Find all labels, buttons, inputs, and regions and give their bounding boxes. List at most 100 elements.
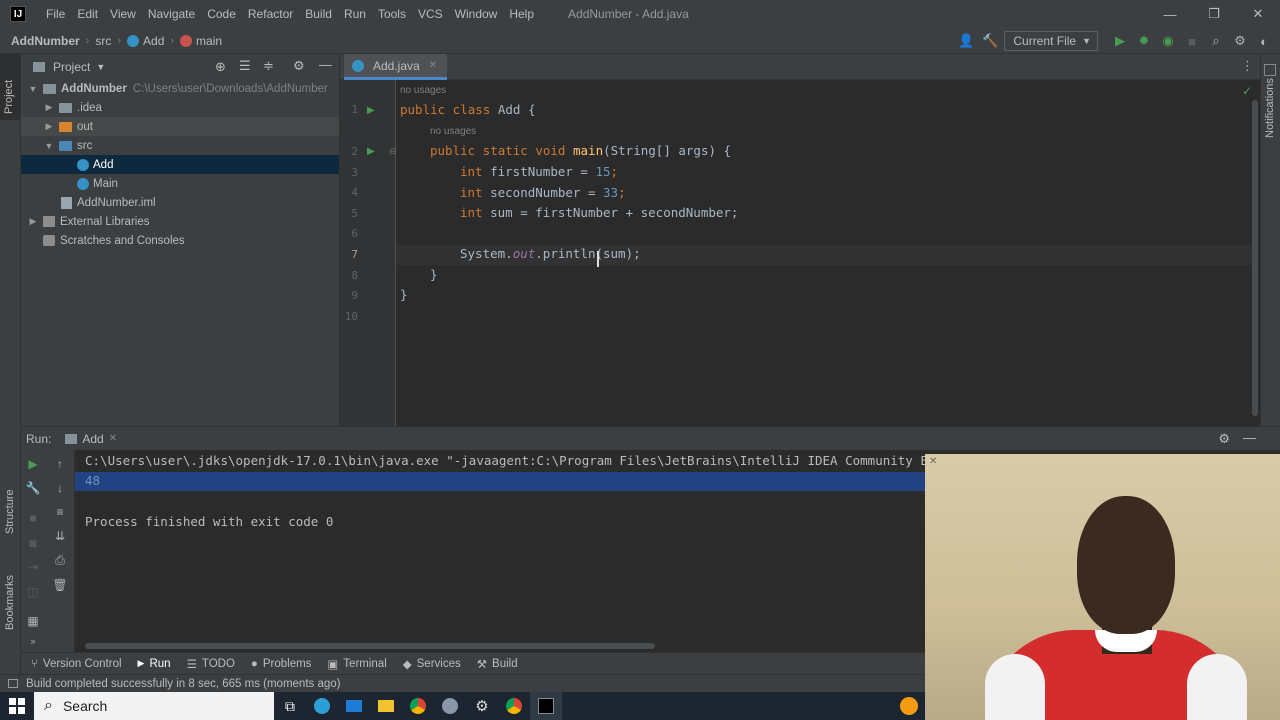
restore-layout-icon[interactable]: ◫: [24, 583, 42, 601]
menu-build[interactable]: Build: [299, 0, 338, 28]
settings-icon[interactable]: ⚙: [466, 692, 498, 720]
search-icon[interactable]: ⌕: [1206, 31, 1226, 51]
breadcrumb-class[interactable]: Add: [143, 34, 164, 48]
stop-icon[interactable]: ■: [24, 509, 42, 527]
tab-add-java[interactable]: Add.java ✕: [344, 54, 448, 80]
close-icon[interactable]: ✕: [429, 60, 437, 71]
minimize-button[interactable]: —: [1148, 0, 1192, 28]
more-icon[interactable]: »: [24, 632, 42, 650]
menu-edit[interactable]: Edit: [71, 0, 104, 28]
close-icon[interactable]: ✕: [929, 456, 937, 467]
expand-all-icon[interactable]: ☰: [239, 58, 251, 74]
breadcrumb-src[interactable]: src: [95, 34, 111, 48]
tool-terminal[interactable]: ▣ Terminal: [327, 657, 386, 671]
tool-services[interactable]: ◆ Services: [403, 657, 461, 671]
browser-icon[interactable]: [434, 692, 466, 720]
tree-item-main[interactable]: Main: [21, 174, 339, 193]
task-view-icon[interactable]: ⧉: [274, 692, 306, 720]
breadcrumb-method[interactable]: main: [196, 34, 222, 48]
check-icon[interactable]: ✓: [1242, 84, 1252, 98]
stop-icon[interactable]: ■: [1182, 31, 1202, 51]
close-button[interactable]: ✕: [1236, 0, 1280, 28]
chrome-icon[interactable]: [402, 692, 434, 720]
taskbar-search-box[interactable]: ⌕ Search: [34, 692, 274, 720]
run-gutter-icon[interactable]: ▶: [367, 105, 375, 116]
run-gutter-icon[interactable]: ▶: [367, 146, 375, 157]
menu-run[interactable]: Run: [338, 0, 372, 28]
run-tab-add[interactable]: Add ✕: [65, 432, 117, 446]
jetbrains-icon[interactable]: ◐: [1254, 31, 1274, 51]
tree-item-iml[interactable]: AddNumber.iml: [21, 193, 339, 212]
restore-button[interactable]: ❐: [1192, 0, 1236, 28]
user-icon[interactable]: 👤: [956, 31, 976, 51]
structure-stripe-label[interactable]: Structure: [4, 489, 16, 534]
hide-icon[interactable]: —: [1243, 430, 1256, 445]
tool-build[interactable]: ⚒ Build: [477, 657, 518, 671]
menu-code[interactable]: Code: [201, 0, 242, 28]
usage-hint[interactable]: no usages: [430, 126, 476, 137]
mail-icon[interactable]: [338, 692, 370, 720]
soft-wrap-icon[interactable]: ≡: [51, 503, 69, 521]
close-icon[interactable]: ✕: [109, 433, 117, 444]
chrome-icon[interactable]: [498, 692, 530, 720]
gear-icon[interactable]: ⚙: [1230, 31, 1250, 51]
project-stripe-button[interactable]: Project: [0, 54, 20, 120]
project-panel-title[interactable]: Project: [53, 60, 90, 74]
console-horizontal-scrollbar[interactable]: [85, 643, 655, 649]
menu-view[interactable]: View: [104, 0, 142, 28]
layout-icon[interactable]: [8, 679, 18, 688]
wrench-icon[interactable]: 🔧: [24, 479, 42, 497]
usage-hint[interactable]: no usages: [400, 85, 446, 96]
tool-run[interactable]: ▶ Run: [138, 658, 171, 670]
hide-icon[interactable]: —: [319, 57, 332, 72]
tree-item-src[interactable]: ▼ src: [21, 136, 339, 155]
print-icon[interactable]: ⎙: [51, 551, 69, 569]
coverage-icon[interactable]: ◉: [1158, 31, 1178, 51]
notification-orb-icon[interactable]: [900, 697, 918, 715]
arrow-up-icon[interactable]: ↑: [51, 455, 69, 473]
trash-icon[interactable]: 🗑: [51, 576, 69, 594]
editor-scrollbar[interactable]: [1252, 100, 1258, 416]
bookmarks-stripe-label[interactable]: Bookmarks: [4, 575, 16, 630]
code-editor[interactable]: no usages public class Add { no usages p…: [396, 80, 1254, 426]
status-message[interactable]: Build completed successfully in 8 sec, 6…: [26, 678, 340, 690]
more-icon[interactable]: ⋮: [1241, 58, 1254, 74]
tree-item-idea[interactable]: ▶ .idea: [21, 98, 339, 117]
menu-refactor[interactable]: Refactor: [242, 0, 299, 28]
gear-icon[interactable]: ⚙: [1218, 431, 1230, 447]
intellij-logo-icon[interactable]: IJ: [10, 6, 26, 22]
menu-help[interactable]: Help: [503, 0, 540, 28]
tree-item-external-libraries[interactable]: ▶ External Libraries: [21, 212, 339, 231]
camera-icon[interactable]: ◙: [24, 534, 42, 552]
tree-item-root[interactable]: ▼ AddNumber C:\Users\user\Downloads\AddN…: [21, 79, 339, 98]
tree-item-out[interactable]: ▶ out: [21, 117, 339, 136]
menu-file[interactable]: File: [40, 0, 71, 28]
collapse-all-icon[interactable]: ≑: [263, 58, 274, 74]
notifications-icon[interactable]: [1264, 64, 1276, 76]
edge-icon[interactable]: [306, 692, 338, 720]
breadcrumb-project[interactable]: AddNumber: [11, 34, 80, 48]
windows-start-button[interactable]: [0, 692, 34, 720]
tree-item-add[interactable]: Add: [21, 155, 339, 174]
menu-vcs[interactable]: VCS: [412, 0, 449, 28]
chevron-down-icon[interactable]: ▼: [96, 62, 105, 72]
file-explorer-icon[interactable]: [370, 692, 402, 720]
scroll-to-end-icon[interactable]: ⇊: [51, 527, 69, 545]
run-console[interactable]: C:\Users\user\.jdks\openjdk-17.0.1\bin\j…: [75, 450, 925, 652]
run-configuration-select[interactable]: Current File ▼: [1004, 31, 1098, 51]
hammer-icon[interactable]: 🔨: [980, 31, 1000, 51]
tool-version-control[interactable]: ⑂ Version Control: [31, 658, 122, 670]
pin-icon[interactable]: ▦: [24, 612, 42, 630]
menu-tools[interactable]: Tools: [372, 0, 412, 28]
debug-icon[interactable]: ✹: [1134, 31, 1154, 51]
intellij-taskbar-icon[interactable]: [530, 692, 562, 720]
exit-icon[interactable]: ⇥: [24, 558, 42, 576]
menu-window[interactable]: Window: [449, 0, 504, 28]
arrow-down-icon[interactable]: ↓: [51, 479, 69, 497]
notifications-stripe-label[interactable]: Notifications: [1264, 78, 1276, 138]
tool-problems[interactable]: ● Problems: [251, 658, 312, 670]
rerun-icon[interactable]: ▶: [24, 455, 42, 473]
tree-item-scratches[interactable]: Scratches and Consoles: [21, 231, 339, 250]
tool-todo[interactable]: ☰ TODO: [187, 657, 235, 671]
run-icon[interactable]: ▶: [1110, 31, 1130, 51]
